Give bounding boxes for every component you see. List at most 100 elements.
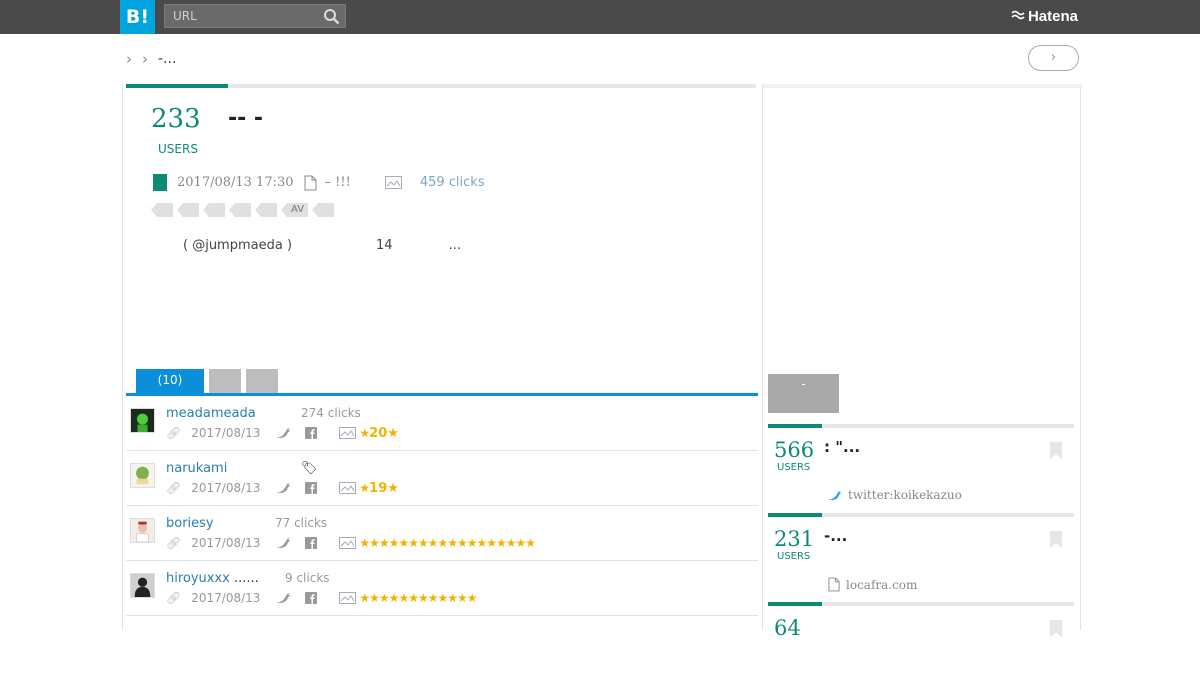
related-users-count[interactable]: 64 (774, 616, 801, 640)
bookmark-row: hiroyuxxx ...... 9 clicks 🔗︎ 2017/08/13 … (126, 561, 758, 616)
user-avatar[interactable] (130, 518, 155, 543)
bookmark-comment: ...... (234, 571, 259, 586)
tab-popular[interactable]: (10) (136, 369, 204, 393)
tag-item[interactable] (151, 203, 173, 217)
tag-item[interactable] (255, 203, 277, 217)
star-icon: ★ (359, 480, 370, 495)
chevron-right-icon[interactable]: › (126, 50, 132, 68)
related-users-count[interactable]: 231 (774, 527, 814, 551)
bookmark-row: meadameada 274 clicks 🔗︎ 2017/08/13 ★20★ (126, 396, 758, 451)
breadcrumb: › › -... (126, 48, 176, 70)
bookmark-clicks: 274 clicks (301, 406, 361, 420)
tag-item[interactable] (203, 203, 225, 217)
summary-more[interactable]: ... (449, 238, 461, 253)
tab-second[interactable] (209, 369, 241, 393)
related-source-text[interactable]: locafra.com (846, 578, 917, 592)
star-rating[interactable]: ★★★★★★★★★★★★ (359, 590, 477, 606)
bookmark-user[interactable]: hiroyuxxx (166, 571, 230, 586)
related-title[interactable]: : "... (824, 438, 860, 456)
star-rating[interactable]: ★20★ (359, 426, 399, 441)
bookmark-meta: 🔗︎ 2017/08/13 ★19★ (166, 481, 399, 496)
bookmark-user[interactable]: boriesy (166, 516, 214, 531)
related-accent (768, 602, 822, 606)
entry-summary: ( @jumpmaeda ) 14 ... (183, 238, 461, 253)
twitter-icon[interactable] (276, 427, 291, 439)
bookmark-date[interactable]: 2017/08/13 (191, 536, 260, 550)
hatena-bookmark-logo[interactable]: B! (120, 0, 155, 34)
related-users-label: USERS (777, 462, 811, 473)
sidebar: - 566 USERS : "... twitter:koikekazuo 23… (762, 84, 1082, 640)
hatena-brand-label: Hatena (1027, 8, 1078, 25)
bookmark-list: meadameada 274 clicks 🔗︎ 2017/08/13 ★20★… (126, 396, 758, 616)
link-icon[interactable]: 🔗︎ (166, 481, 181, 495)
entry-clicks: 459 clicks (419, 175, 485, 190)
link-icon[interactable]: 🔗︎ (166, 426, 181, 440)
related-users-label: USERS (777, 551, 811, 562)
sidebar-tab-button[interactable]: - (768, 374, 839, 413)
star-rating[interactable]: ★★★★★★★★★★★★★★★★★★ (359, 535, 536, 551)
tab-third[interactable] (246, 369, 278, 393)
next-entry-button[interactable]: › (1028, 45, 1079, 71)
bookmark-meta: 🔗︎ 2017/08/13 ★★★★★★★★★★★★★★★★★★ (166, 535, 536, 551)
summary-author[interactable]: ( @jumpmaeda ) (183, 238, 292, 253)
bookmark-date[interactable]: 2017/08/13 (191, 481, 260, 495)
entry-main: 233 USERS -- - 2017/08/13 17:30 – !!! 45… (122, 84, 759, 630)
entry-users-label: USERS (158, 142, 198, 156)
tag-item[interactable] (312, 203, 335, 217)
bookmark-tabs: (10) (126, 369, 758, 396)
page-image-icon (339, 482, 357, 494)
link-icon[interactable]: 🔗︎ (166, 591, 181, 605)
tag-item[interactable] (229, 203, 251, 217)
star-count: 19★ (369, 480, 399, 496)
tag-icon: 🏷︎ (301, 461, 318, 476)
bookmark-add-icon[interactable] (1050, 442, 1062, 459)
facebook-icon[interactable] (305, 537, 318, 549)
tag-item[interactable] (177, 203, 199, 217)
bookmark-add-icon[interactable] (1050, 620, 1062, 637)
related-source: twitter:koikekazuo (828, 488, 962, 502)
user-avatar[interactable] (130, 408, 155, 433)
chevron-right-icon[interactable]: › (142, 50, 148, 68)
twitter-icon[interactable] (276, 592, 291, 604)
related-source: locafra.com (828, 577, 917, 592)
facebook-icon[interactable] (305, 482, 318, 494)
entry-top-rule (126, 84, 756, 88)
entry-tags: AV (151, 203, 335, 217)
breadcrumb-current[interactable]: -... (158, 51, 176, 67)
twitter-icon[interactable] (276, 482, 291, 494)
search-icon[interactable] (323, 8, 340, 25)
twitter-icon[interactable] (276, 537, 291, 549)
document-icon (304, 175, 317, 190)
entry-users-count[interactable]: 233 (151, 104, 201, 134)
url-search-input[interactable]: URL (164, 4, 346, 28)
related-entry: 64 (768, 602, 1074, 690)
user-avatar[interactable] (130, 463, 155, 488)
page-image-icon (384, 176, 402, 189)
bookmark-user[interactable]: meadameada (166, 406, 256, 421)
star-icon: ★★★★★★★★★★★★★★★★★★ (359, 535, 536, 550)
twitter-icon (828, 490, 841, 500)
bookmark-date[interactable]: 2017/08/13 (191, 591, 260, 605)
star-icon: ★★★★★★★★★★★★ (359, 590, 477, 605)
facebook-icon[interactable] (305, 427, 318, 439)
related-users-count[interactable]: 566 (774, 438, 814, 462)
bookmark-date[interactable]: 2017/08/13 (191, 426, 260, 440)
hatena-brand-link[interactable]: Hatena (1011, 8, 1078, 25)
star-count: 20★ (369, 425, 399, 441)
related-title[interactable]: -... (824, 527, 847, 545)
link-icon[interactable]: 🔗︎ (166, 536, 181, 550)
bookmark-row: narukami 🏷︎ 🔗︎ 2017/08/13 ★19★ (126, 451, 758, 506)
bookmark-row: boriesy 77 clicks 🔗︎ 2017/08/13 ★★★★★★★★… (126, 506, 758, 561)
entry-source[interactable]: – !!! (325, 175, 351, 190)
page-image-icon (339, 427, 357, 439)
related-source-text[interactable]: twitter:koikekazuo (848, 488, 962, 502)
user-avatar[interactable] (130, 573, 155, 598)
tag-item[interactable]: AV (281, 203, 309, 217)
bookmark-user[interactable]: narukami (166, 461, 227, 476)
bookmark-clicks: 77 clicks (275, 516, 328, 530)
bookmark-add-icon[interactable] (1050, 531, 1062, 548)
facebook-icon[interactable] (305, 592, 318, 604)
summary-number: 14 (376, 238, 393, 253)
star-rating[interactable]: ★19★ (359, 481, 399, 496)
entry-title[interactable]: -- - (228, 106, 263, 131)
